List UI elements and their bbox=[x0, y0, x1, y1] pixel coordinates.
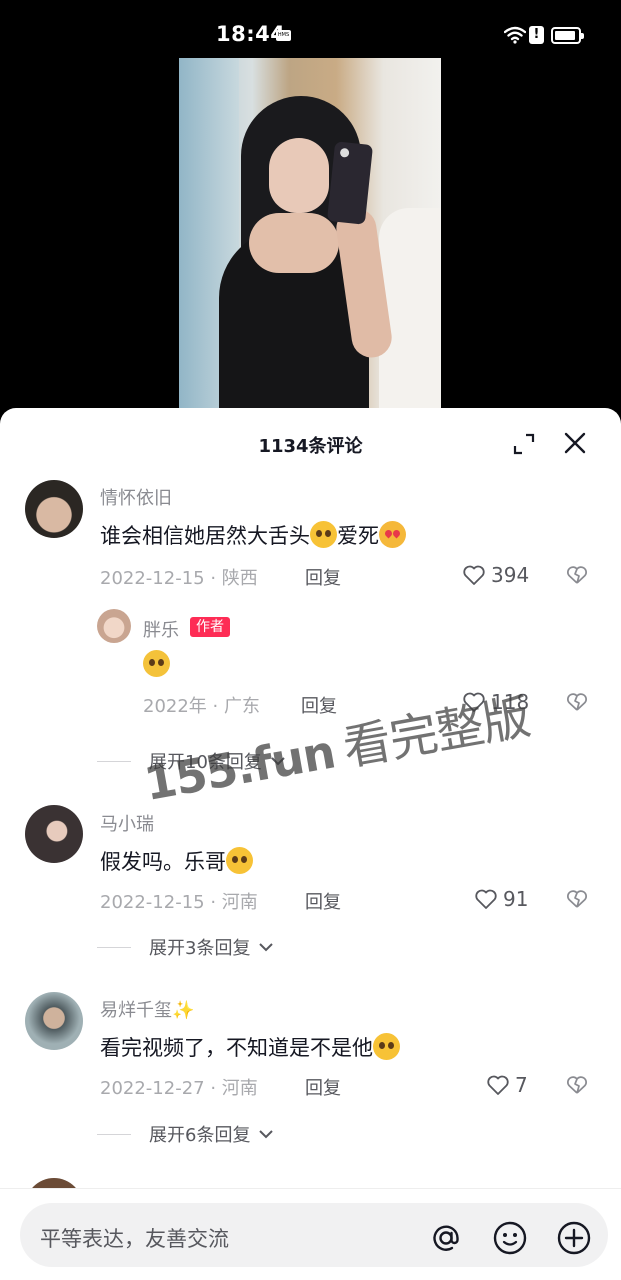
heart-icon bbox=[487, 1075, 509, 1095]
comment-text-part: 爱死 bbox=[337, 524, 379, 548]
heart-icon bbox=[475, 889, 497, 909]
comment-text-part: 谁会相信她居然大舌头 bbox=[100, 524, 310, 548]
battery-icon bbox=[551, 27, 584, 44]
expand-replies-button[interactable]: 展开6条回复 bbox=[97, 1121, 274, 1147]
broken-heart-icon[interactable] bbox=[566, 889, 588, 909]
at-icon[interactable] bbox=[428, 1220, 464, 1256]
chevron-down-icon bbox=[259, 1130, 274, 1139]
comment-sheet: 1134条评论 情怀依旧 谁会相信她居然大舌头 爱死 2022-12-15 · 陕… bbox=[0, 408, 621, 1280]
avatar[interactable] bbox=[25, 480, 83, 538]
comment-username[interactable]: 马小瑞 bbox=[100, 810, 154, 836]
comment-username[interactable]: 情怀依旧 bbox=[100, 484, 172, 510]
pleading-face-icon bbox=[226, 847, 253, 874]
avatar[interactable] bbox=[97, 609, 131, 643]
broken-heart-icon[interactable] bbox=[566, 1075, 588, 1095]
reply-button[interactable]: 回复 bbox=[305, 1074, 341, 1100]
author-badge: 作者 bbox=[190, 617, 230, 637]
like-count: 394 bbox=[491, 563, 530, 587]
like-button[interactable]: 394 bbox=[462, 563, 529, 587]
comment-meta: 2022-12-15 · 陕西 bbox=[100, 568, 258, 589]
comment-text: 看完视频了，不知道是不是他 bbox=[100, 1032, 400, 1062]
hms-badge-icon: HMS bbox=[276, 30, 291, 41]
comment-username[interactable]: 易烊千玺✨ bbox=[100, 996, 194, 1022]
comment-text-part: 假发吗。乐哥 bbox=[100, 850, 226, 874]
video-player[interactable] bbox=[0, 58, 621, 418]
emoji-icon[interactable] bbox=[492, 1220, 528, 1256]
comment-input-placeholder: 平等表达，友善交流 bbox=[40, 1227, 229, 1251]
like-button[interactable]: 91 bbox=[474, 887, 528, 911]
expand-icon[interactable] bbox=[512, 432, 536, 456]
sheet-header: 1134条评论 bbox=[0, 408, 621, 480]
close-icon[interactable] bbox=[562, 430, 588, 456]
like-count: 91 bbox=[503, 887, 529, 911]
avatar[interactable] bbox=[25, 805, 83, 863]
comment-text-part: 看完视频了，不知道是不是他 bbox=[100, 1036, 373, 1060]
heart-eyes-face-icon bbox=[379, 521, 406, 548]
reply-text bbox=[143, 650, 170, 677]
wifi-icon bbox=[504, 26, 526, 44]
broken-heart-icon[interactable] bbox=[566, 565, 588, 585]
comment-meta: 2022-12-15 · 河南 bbox=[100, 892, 258, 913]
comment-input-bar: 平等表达，友善交流 bbox=[0, 1188, 621, 1280]
reply-button[interactable]: 回复 bbox=[305, 564, 341, 590]
alert-icon: ! bbox=[529, 26, 544, 44]
expand-replies-label: 展开3条回复 bbox=[149, 938, 251, 959]
avatar[interactable] bbox=[25, 992, 83, 1050]
reply-username[interactable]: 胖乐 bbox=[143, 616, 179, 642]
comment-text: 假发吗。乐哥 bbox=[100, 846, 253, 876]
broken-heart-icon[interactable] bbox=[566, 692, 588, 712]
expand-replies-button[interactable]: 展开3条回复 bbox=[97, 934, 274, 960]
expand-replies-label: 展开6条回复 bbox=[149, 1125, 251, 1146]
chevron-down-icon bbox=[259, 943, 274, 952]
comment-text: 谁会相信她居然大舌头 爱死 bbox=[100, 520, 406, 550]
comment-meta: 2022-12-27 · 河南 bbox=[100, 1078, 258, 1099]
like-count: 7 bbox=[515, 1073, 528, 1097]
video-frame bbox=[179, 58, 441, 418]
comment-input[interactable]: 平等表达，友善交流 bbox=[20, 1203, 608, 1267]
reply-meta: 2022年 · 广东 bbox=[143, 696, 260, 717]
reply-button[interactable]: 回复 bbox=[305, 888, 341, 914]
status-time: 18:44 bbox=[216, 22, 286, 46]
pleading-face-icon bbox=[310, 521, 337, 548]
status-bar: 18:44 HMS ! bbox=[0, 0, 621, 58]
like-button[interactable]: 7 bbox=[486, 1073, 528, 1097]
heart-icon bbox=[463, 565, 485, 585]
laugh-cry-face-icon bbox=[143, 650, 170, 677]
grinning-sweat-face-icon bbox=[373, 1033, 400, 1060]
plus-icon[interactable] bbox=[556, 1220, 592, 1256]
